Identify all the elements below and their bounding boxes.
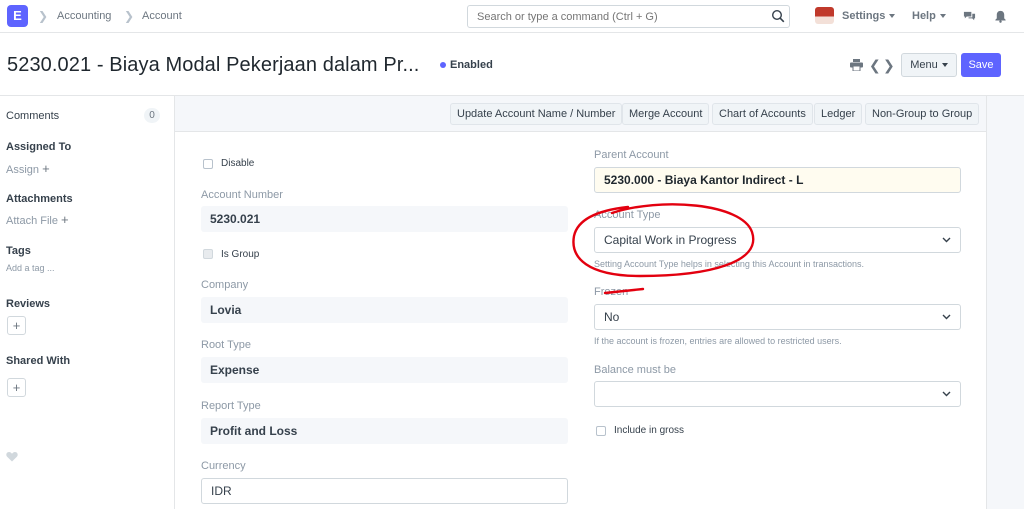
status-indicator — [440, 62, 446, 68]
chevron-right-icon: ❯ — [38, 9, 49, 23]
chevron-down-icon — [942, 237, 951, 243]
settings-label: Settings — [842, 10, 886, 22]
plus-icon: + — [42, 161, 50, 176]
chevron-down-icon — [942, 391, 951, 397]
attach-file-link[interactable]: Attach File + — [6, 212, 69, 227]
disable-label: Disable — [221, 158, 255, 169]
caret-down-icon — [939, 14, 946, 19]
comments-label[interactable]: Comments — [6, 110, 59, 122]
plus-icon: + — [61, 212, 69, 227]
attachments-heading: Attachments — [6, 193, 73, 205]
include-in-gross-checkbox[interactable] — [596, 426, 606, 436]
root-type-label: Root Type — [201, 339, 251, 351]
menu-label: Menu — [910, 59, 938, 71]
page-title: 5230.021 - Biaya Modal Pekerjaan dalam P… — [7, 54, 420, 76]
chevron-right-icon[interactable]: ❯ — [883, 57, 895, 74]
account-number-field: 5230.021 — [201, 206, 568, 232]
root-type-field: Expense — [201, 357, 568, 383]
account-number-label: Account Number — [201, 189, 283, 201]
chevron-down-icon — [942, 314, 951, 320]
assign-label: Assign — [6, 164, 40, 176]
frozen-help: If the account is frozen, entries are al… — [594, 336, 842, 346]
heart-icon[interactable] — [6, 451, 18, 462]
currency-field[interactable]: IDR — [201, 478, 568, 504]
assign-link[interactable]: Assign + — [6, 161, 50, 176]
add-review-button[interactable]: + — [7, 316, 26, 335]
caret-down-icon — [889, 14, 896, 19]
tags-heading: Tags — [6, 245, 31, 257]
avatar[interactable] — [815, 7, 834, 24]
bell-icon[interactable] — [994, 10, 1007, 23]
company-field: Lovia — [201, 297, 568, 323]
account-type-label: Account Type — [594, 209, 661, 221]
balance-must-be-label: Balance must be — [594, 364, 676, 376]
comments-count-badge: 0 — [144, 108, 160, 123]
parent-account-field[interactable]: 5230.000 - Biaya Kantor Indirect - L — [594, 167, 961, 193]
help-dropdown[interactable]: Help — [912, 10, 946, 22]
settings-dropdown[interactable]: Settings — [842, 10, 896, 22]
frozen-select[interactable]: No — [594, 304, 961, 330]
report-type-label: Report Type — [201, 400, 261, 412]
chart-of-accounts-button[interactable]: Chart of Accounts — [712, 103, 813, 125]
include-in-gross-label: Include in gross — [614, 425, 685, 436]
page-margin — [987, 96, 1024, 509]
balance-must-be-select[interactable] — [594, 381, 961, 407]
menu-button[interactable]: Menu — [901, 53, 957, 77]
report-type-field: Profit and Loss — [201, 418, 568, 444]
breadcrumb-account[interactable]: Account — [142, 10, 182, 22]
status-badge: Enabled — [450, 59, 493, 71]
is-group-label: Is Group — [221, 249, 260, 260]
ledger-button[interactable]: Ledger — [814, 103, 863, 125]
print-icon[interactable] — [850, 59, 863, 71]
update-account-name-button[interactable]: Update Account Name / Number — [450, 103, 623, 125]
shared-with-heading: Shared With — [6, 355, 71, 367]
caret-down-icon — [941, 63, 948, 68]
help-label: Help — [912, 10, 936, 22]
navbar: E ❯ Accounting ❯ Account Settings Help — [0, 0, 1024, 33]
chevron-right-icon: ❯ — [124, 9, 135, 23]
account-type-help: Setting Account Type helps in selecting … — [594, 259, 864, 269]
search-input[interactable] — [467, 5, 790, 28]
currency-label: Currency — [201, 460, 246, 472]
merge-account-button[interactable]: Merge Account — [622, 103, 710, 125]
is-group-checkbox — [203, 249, 213, 259]
company-label: Company — [201, 279, 249, 291]
breadcrumb-accounting[interactable]: Accounting — [57, 10, 111, 22]
assigned-to-heading: Assigned To — [6, 141, 72, 153]
chevron-left-icon[interactable]: ❮ — [869, 57, 881, 74]
search-icon[interactable] — [771, 9, 785, 23]
reviews-heading: Reviews — [6, 298, 51, 310]
save-button[interactable]: Save — [961, 53, 1001, 77]
chat-icon[interactable] — [963, 10, 976, 23]
app-logo[interactable]: E — [7, 5, 28, 27]
parent-account-label: Parent Account — [594, 149, 669, 161]
attach-file-label: Attach File — [6, 215, 58, 227]
non-group-to-group-button[interactable]: Non-Group to Group — [865, 103, 980, 125]
add-share-button[interactable]: + — [7, 378, 26, 397]
account-type-select[interactable]: Capital Work in Progress — [594, 227, 961, 253]
add-tag-link[interactable]: Add a tag ... — [6, 263, 55, 273]
frozen-label: Frozen — [594, 286, 629, 298]
disable-checkbox[interactable] — [203, 159, 213, 169]
